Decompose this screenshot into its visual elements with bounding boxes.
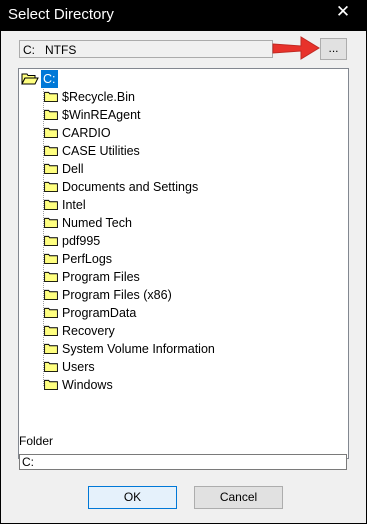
folder-icon: [44, 343, 58, 354]
open-folder-icon: [21, 73, 39, 85]
folder-icon: [44, 109, 58, 120]
close-icon[interactable]: ✕: [333, 2, 353, 22]
ok-button[interactable]: OK: [88, 486, 177, 509]
tree-root-label: C:: [41, 70, 58, 88]
dialog-body: C: NTFS ... C: $Recycle.Bin $WinREAgent CA…: [1, 31, 366, 523]
tree-folder-label: CASE Utilities: [62, 144, 140, 158]
select-directory-dialog: Select Directory ✕ C: NTFS ... C: $Recyc…: [0, 0, 367, 524]
folder-icon: [44, 199, 58, 210]
tree-folder-label: $WinREAgent: [62, 108, 141, 122]
tree-folder-label: Recovery: [62, 324, 115, 338]
red-arrow-icon: [272, 36, 320, 60]
folder-input[interactable]: C:: [19, 454, 347, 470]
tree-folder-label: Program Files: [62, 270, 140, 284]
folder-icon: [44, 217, 58, 228]
dialog-title: Select Directory: [8, 6, 114, 23]
tree-folder-label: PerfLogs: [62, 252, 113, 266]
folder-label: Folder: [19, 434, 54, 448]
title-bar[interactable]: Select Directory ✕: [0, 0, 367, 31]
tree-folder-label: Documents and Settings: [62, 180, 199, 194]
directory-tree[interactable]: C: $Recycle.Bin $WinREAgent CARDIO CASE Uti…: [18, 68, 349, 459]
tree-folder-label: Intel: [62, 198, 86, 212]
tree-folder-label: CARDIO: [62, 126, 111, 140]
folder-icon: [44, 181, 58, 192]
drive-field[interactable]: C: NTFS: [19, 40, 273, 58]
folder-icon: [44, 289, 58, 300]
folder-icon: [44, 91, 58, 102]
cancel-button[interactable]: Cancel: [194, 486, 283, 509]
folder-icon: [44, 145, 58, 156]
folder-icon: [44, 235, 58, 246]
tree-folder-label: Program Files (x86): [62, 288, 172, 302]
folder-icon: [44, 325, 58, 336]
folder-icon: [44, 127, 58, 138]
folder-icon: [44, 253, 58, 264]
folder-icon: [44, 361, 58, 372]
tree-folder-label: Numed Tech: [62, 216, 132, 230]
folder-icon: [44, 379, 58, 390]
tree-folder-label: Windows: [62, 378, 113, 392]
tree-folder-label: $Recycle.Bin: [62, 90, 135, 104]
tree-folder-label: pdf995: [62, 234, 101, 248]
folder-icon: [44, 271, 58, 282]
browse-button[interactable]: ...: [320, 38, 347, 60]
folder-icon: [44, 163, 58, 174]
folder-icon: [44, 307, 58, 318]
tree-folder-label: Dell: [62, 162, 84, 176]
tree-folder-label: Users: [62, 360, 95, 374]
tree-folder-label: System Volume Information: [62, 342, 215, 356]
tree-folder-label: ProgramData: [62, 306, 137, 320]
